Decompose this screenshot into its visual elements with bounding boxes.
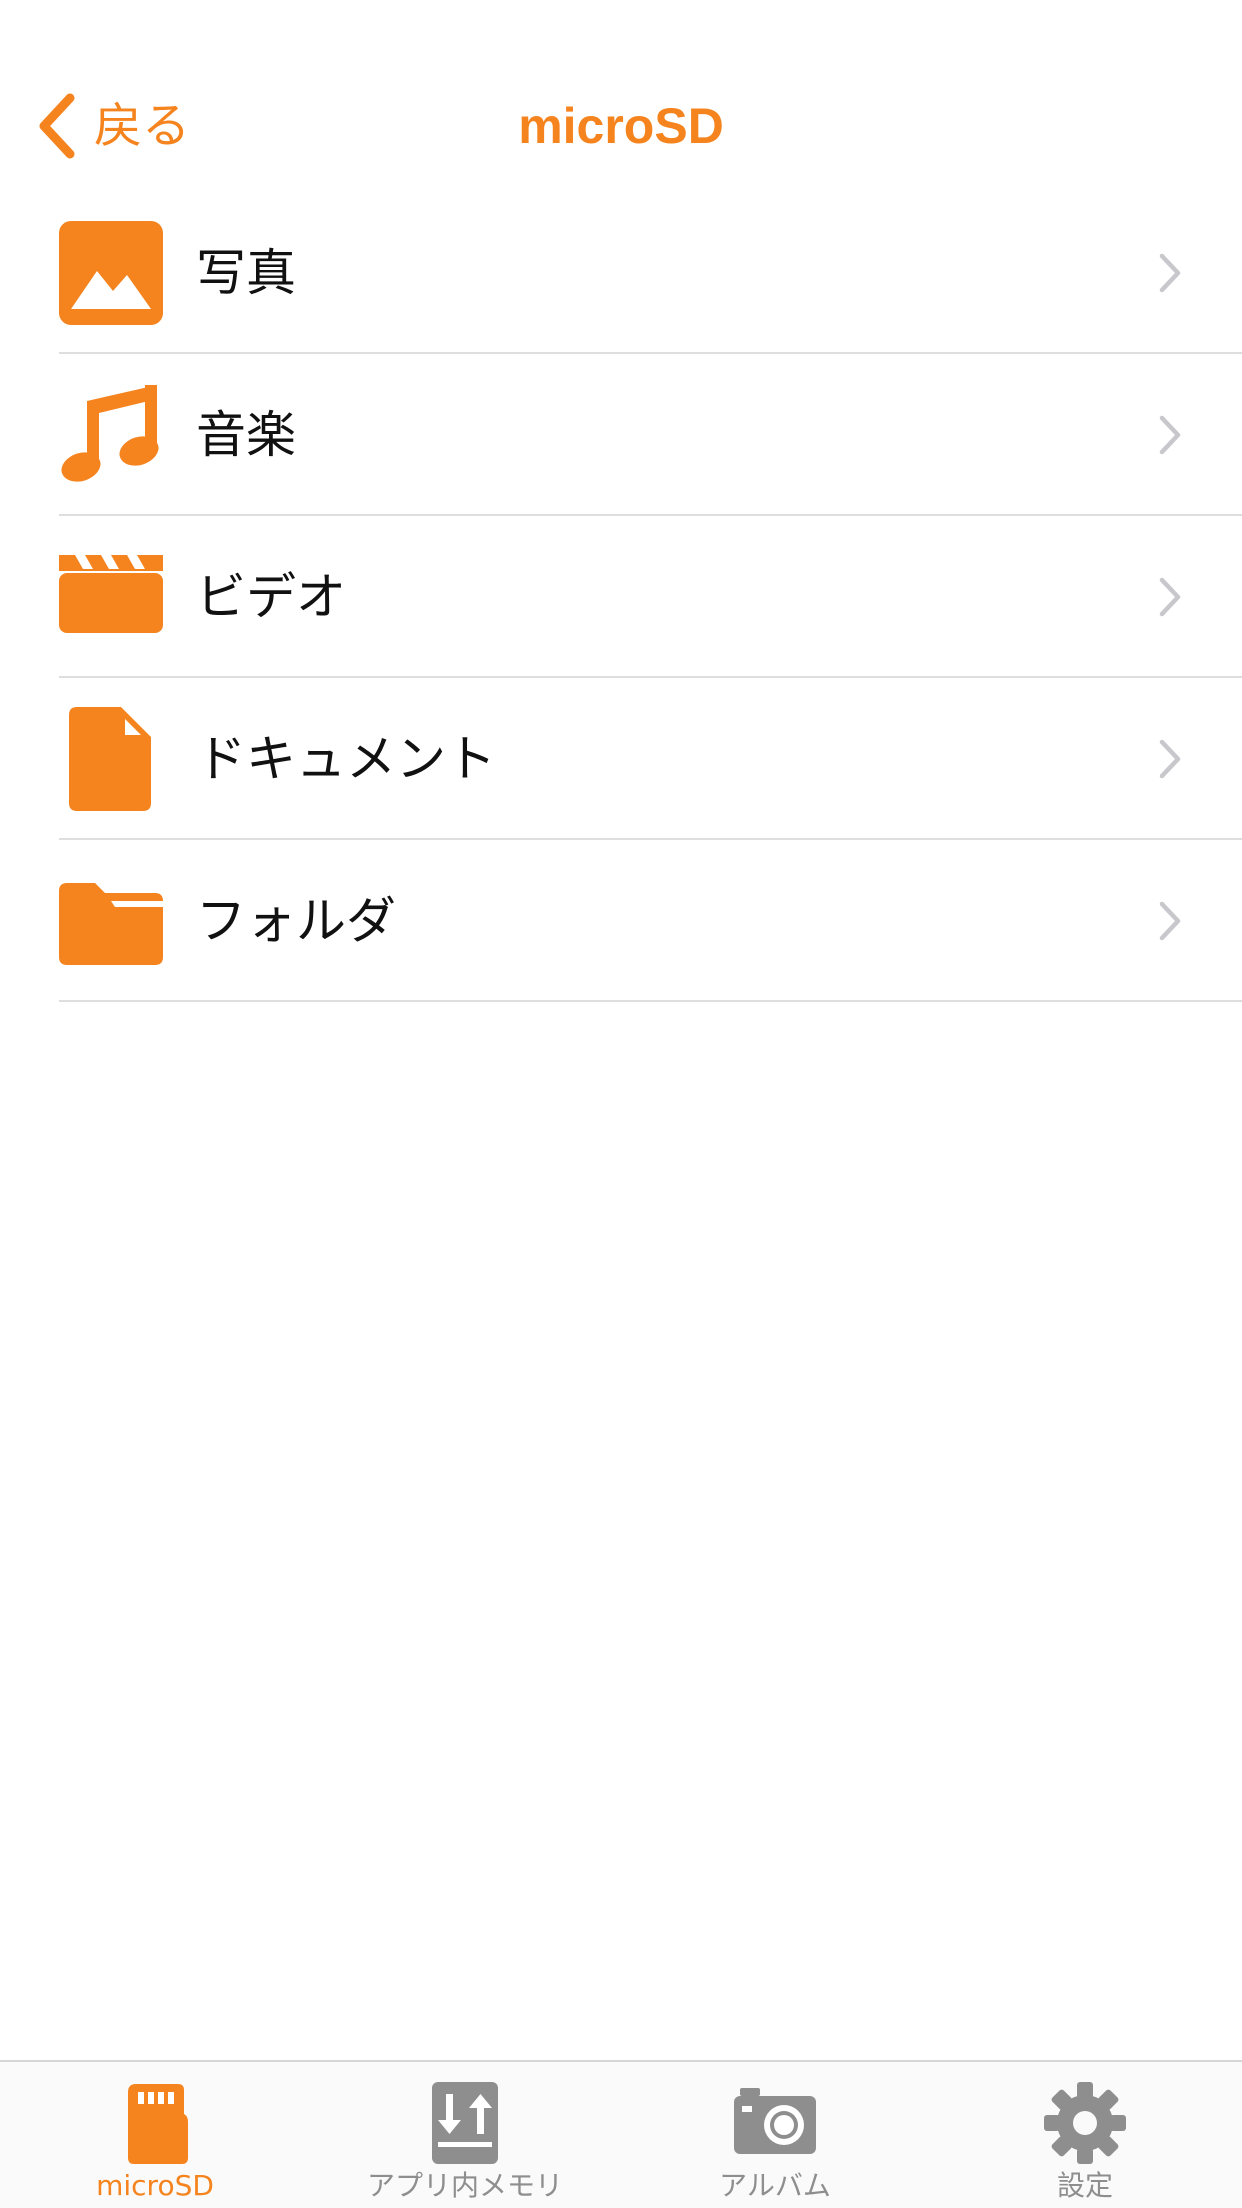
transfer-icon (432, 2082, 498, 2164)
tab-label: アルバム (719, 2169, 831, 2202)
tab-app-memory[interactable]: アプリ内メモリ (310, 2062, 620, 2208)
tab-album[interactable]: アルバム (620, 2062, 930, 2208)
tab-microsd[interactable]: microSD (0, 2062, 310, 2208)
list-item-label: 写真 (196, 244, 296, 302)
page-title: microSD (518, 98, 724, 154)
photo-icon (59, 221, 163, 325)
clapperboard-icon (59, 555, 163, 633)
tab-label: microSD (96, 2169, 214, 2202)
chevron-right-icon (1159, 901, 1181, 941)
sd-card-icon (128, 2084, 188, 2164)
list-item-label: ビデオ (196, 568, 346, 626)
tab-bar: microSD アプリ内メモリ アルバム 設定 (0, 2060, 1242, 2208)
document-icon (69, 707, 151, 811)
navigation-bar: 戻る microSD (0, 60, 1242, 192)
chevron-right-icon (1159, 739, 1181, 779)
list-item-label: フォルダ (196, 892, 396, 950)
list-item-label: 音楽 (196, 406, 296, 464)
list-item-music[interactable]: 音楽 (0, 354, 1242, 516)
separator (59, 1000, 1242, 1002)
list-item-video[interactable]: ビデオ (0, 516, 1242, 678)
tab-label: 設定 (1056, 2169, 1113, 2202)
category-list: 写真 音楽 ビデオ ドキュメント フォルダ (0, 192, 1242, 1002)
list-item-label: ドキュメント (196, 730, 496, 788)
tab-settings[interactable]: 設定 (930, 2062, 1240, 2208)
list-item-photos[interactable]: 写真 (0, 192, 1242, 354)
chevron-right-icon (1159, 415, 1181, 455)
chevron-right-icon (1159, 577, 1181, 617)
gear-icon (1044, 2082, 1126, 2164)
folder-icon (59, 883, 163, 965)
list-item-documents[interactable]: ドキュメント (0, 678, 1242, 840)
music-note-icon (61, 385, 159, 482)
tab-label: アプリ内メモリ (366, 2169, 563, 2202)
camera-icon (734, 2088, 816, 2154)
chevron-right-icon (1159, 253, 1181, 293)
list-item-folder[interactable]: フォルダ (0, 840, 1242, 1002)
